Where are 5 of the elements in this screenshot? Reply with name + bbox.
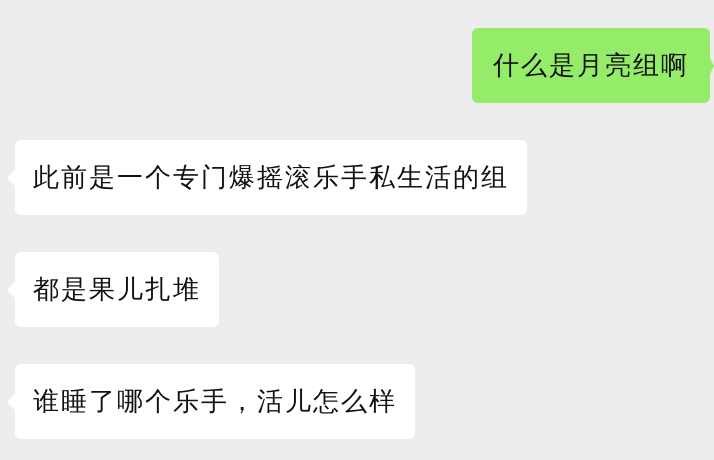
received-message-bubble: 此前是一个专门爆摇滚乐手私生活的组 — [15, 140, 527, 215]
received-message-bubble: 谁睡了哪个乐手，活儿怎么样 — [15, 364, 415, 439]
bubble-tail — [710, 58, 714, 74]
received-message-bubble: 都是果儿扎堆 — [15, 252, 219, 327]
sent-message-bubble: 什么是月亮组啊 — [472, 28, 710, 103]
